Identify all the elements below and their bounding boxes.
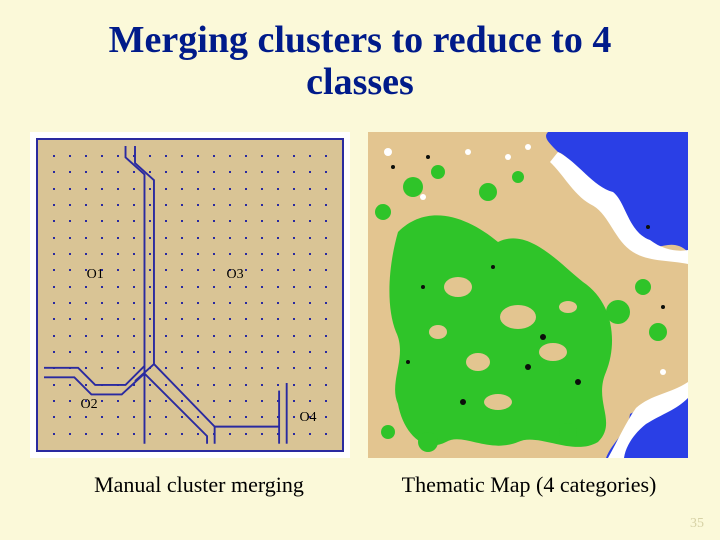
slide-title: Merging clusters to reduce to 4 classes bbox=[0, 20, 720, 104]
title-line-1: Merging clusters to reduce to 4 bbox=[109, 19, 612, 61]
cluster-label-o4: O4 bbox=[299, 410, 316, 426]
caption-left: Manual cluster merging bbox=[30, 472, 368, 498]
figure-right bbox=[368, 132, 688, 458]
cluster-label-o1: O1 bbox=[87, 267, 104, 283]
thematic-map bbox=[368, 132, 688, 458]
page-number: 35 bbox=[690, 516, 704, 532]
caption-right: Thematic Map (4 categories) bbox=[368, 472, 690, 498]
slide: Merging clusters to reduce to 4 classes bbox=[0, 0, 720, 540]
cluster-label-o3: O3 bbox=[226, 267, 243, 283]
partition-canvas: O1 O2 O3 O4 bbox=[36, 138, 344, 452]
captions-row: Manual cluster merging Thematic Map (4 c… bbox=[30, 472, 690, 498]
figure-row: O1 O2 O3 O4 bbox=[30, 132, 690, 458]
cluster-label-o2: O2 bbox=[81, 397, 98, 413]
figure-left: O1 O2 O3 O4 bbox=[30, 132, 350, 458]
thematic-map-svg bbox=[368, 132, 688, 458]
title-line-2: classes bbox=[306, 61, 414, 103]
